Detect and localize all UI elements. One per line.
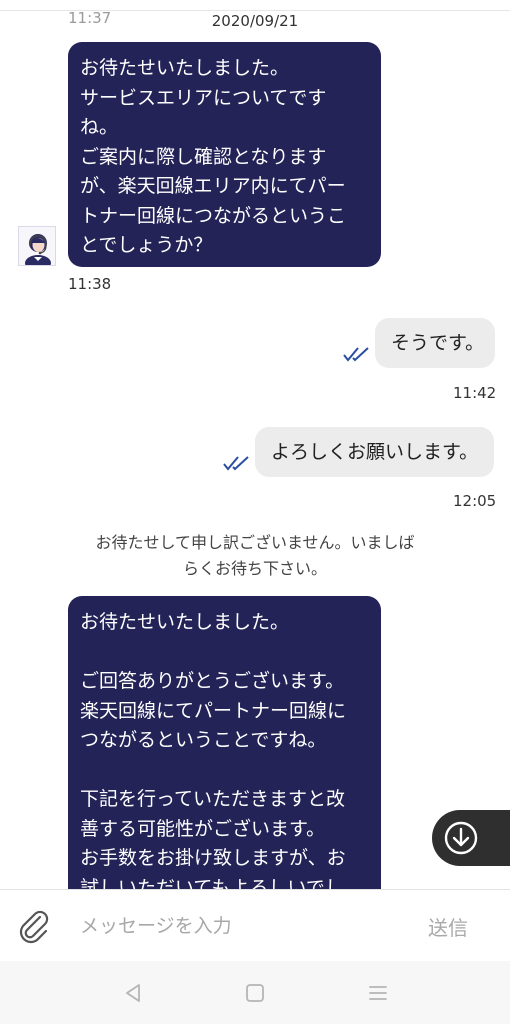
system-notice: お待たせして申し訳ございません。いましば らくお待ち下さい。 <box>95 533 415 578</box>
agent-avatar <box>18 226 56 266</box>
double-check-icon <box>343 347 369 362</box>
message-input-bar: 送信 <box>0 889 510 962</box>
user-message-bubble: そうです。 <box>375 318 495 368</box>
paperclip-icon[interactable] <box>16 908 52 944</box>
agent-message-time: 11:38 <box>68 275 112 293</box>
send-button[interactable]: 送信 <box>428 912 468 941</box>
arrow-down-circle-icon <box>444 821 478 855</box>
agent-message-bubble: お待たせいたしました。 ご回答ありがとうございます。 楽天回線にてパートナー回線… <box>68 596 381 890</box>
menu-lines-icon[interactable] <box>365 980 391 1006</box>
scroll-to-bottom-button[interactable] <box>432 810 510 866</box>
system-navigation-bar <box>0 961 510 1024</box>
agent-message-bubble: お待たせいたしました。 サービスエリアについてです ね。 ご案内に際し確認となり… <box>68 42 381 267</box>
user-message-time: 11:42 <box>453 384 497 402</box>
date-separator: 2020/09/21 <box>211 12 299 30</box>
home-square-icon[interactable] <box>242 980 268 1006</box>
double-check-icon <box>223 456 249 471</box>
chat-area[interactable]: 11:37 2020/09/21 お待たせいたしました。 サービスエリアについて… <box>0 0 510 890</box>
message-input[interactable] <box>80 910 380 942</box>
user-message-bubble: よろしくお願いします。 <box>255 427 494 477</box>
user-message-time: 12:05 <box>453 492 497 510</box>
back-triangle-icon[interactable] <box>120 980 146 1006</box>
